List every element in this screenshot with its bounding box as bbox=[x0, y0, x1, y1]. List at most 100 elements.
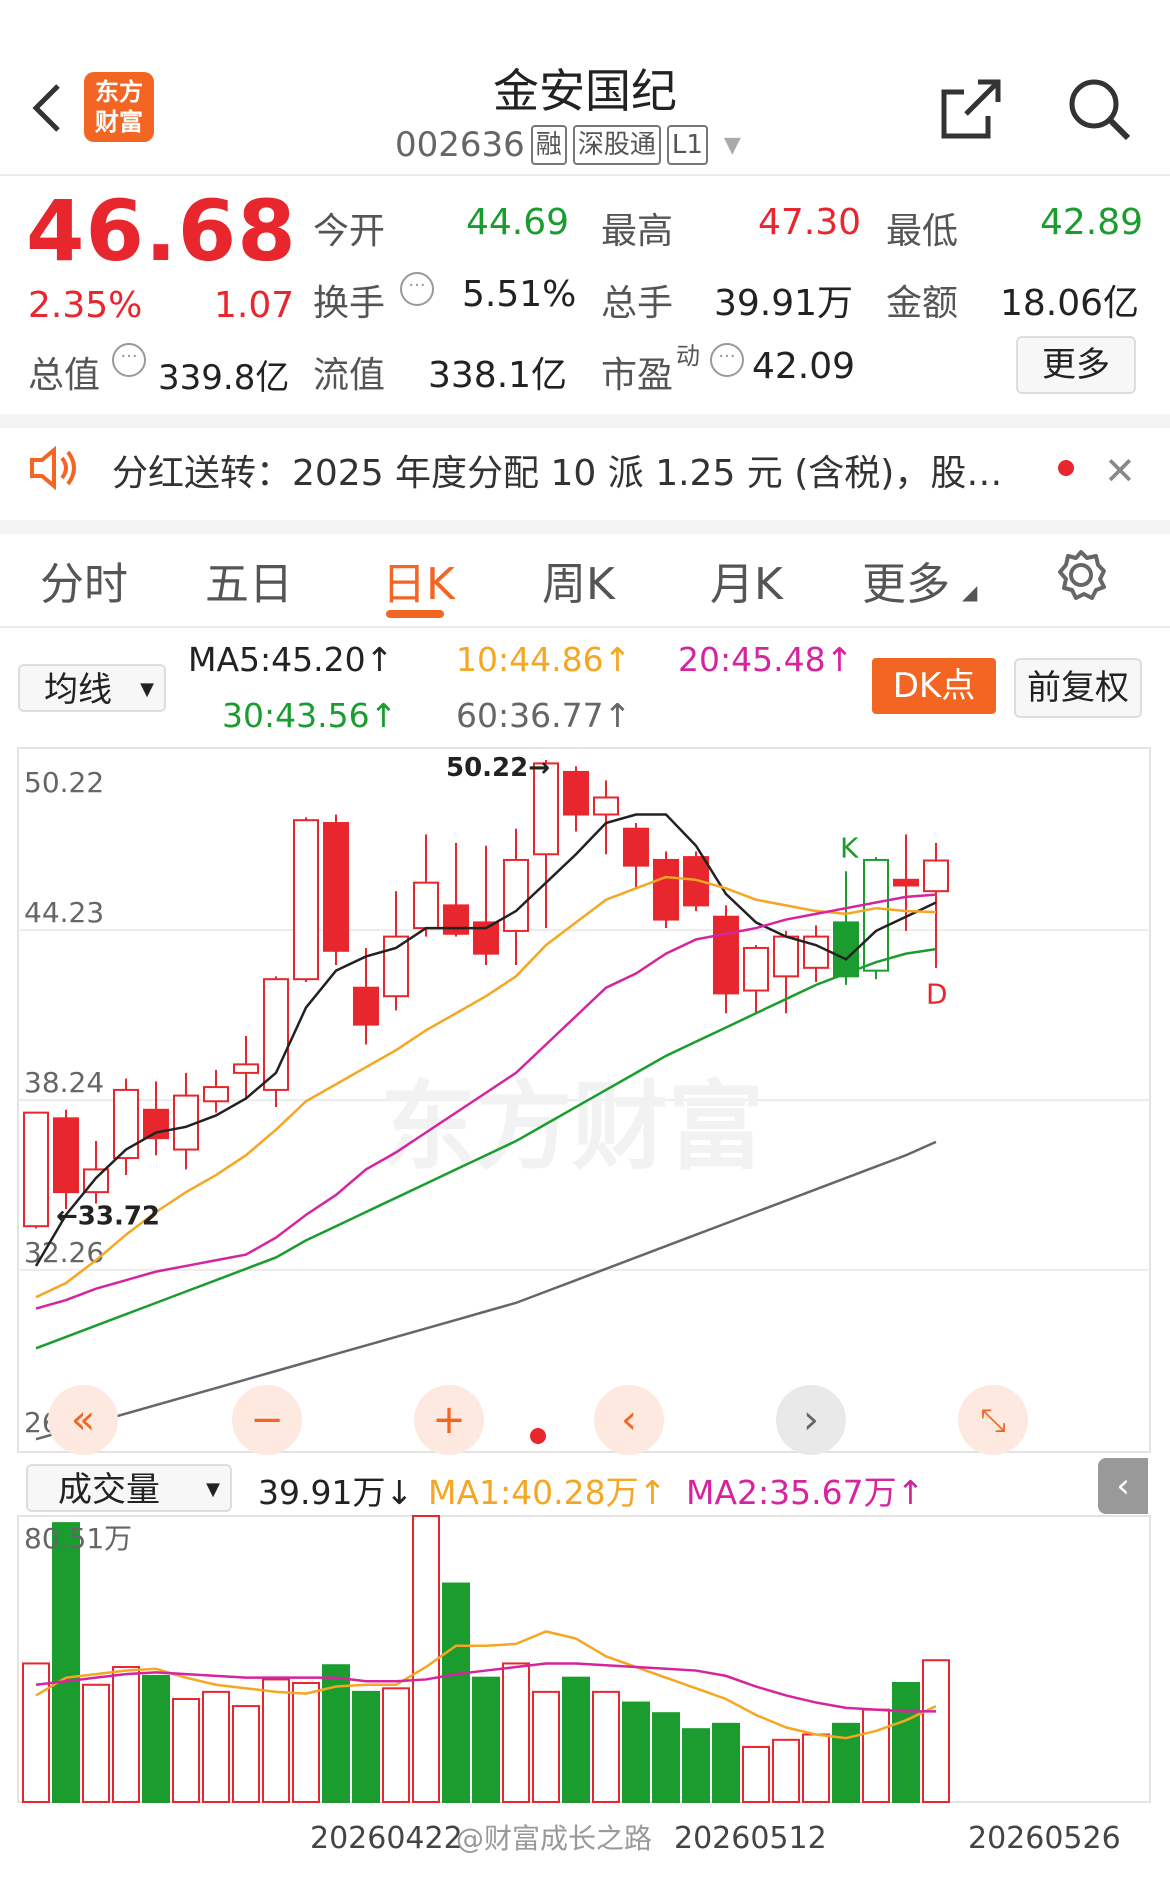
tab-weekly-k[interactable]: 周K bbox=[542, 548, 615, 612]
candle-body bbox=[443, 904, 469, 935]
change-pct: 2.35% bbox=[28, 285, 143, 326]
double-left-icon[interactable]: « bbox=[48, 1385, 118, 1455]
mcap-label: 总值 bbox=[28, 355, 101, 396]
k-marker: K bbox=[840, 832, 859, 865]
expand-icon[interactable]: ⤡ bbox=[958, 1385, 1028, 1455]
info-icon[interactable]: ··· bbox=[112, 343, 146, 377]
tag-connect: 深股通 bbox=[572, 125, 661, 165]
volume-bar bbox=[172, 1697, 200, 1803]
candle-body bbox=[773, 935, 799, 978]
volume-bar bbox=[202, 1690, 230, 1803]
volume-chart[interactable]: 80.51万 20260422 20260512 20260526 @财富成长之路 bbox=[0, 1512, 1170, 1882]
volume-bar bbox=[712, 1722, 740, 1803]
left-icon[interactable]: ‹ bbox=[594, 1385, 664, 1455]
change-value: 1.07 bbox=[214, 285, 295, 326]
tag-level: L1 bbox=[666, 125, 708, 165]
ma60-label: 60:36.77↑ bbox=[456, 696, 632, 735]
ma5-label: MA5:45.20↑ bbox=[188, 640, 394, 679]
collapse-left-icon[interactable]: ‹ bbox=[1098, 1458, 1148, 1514]
candle-body bbox=[383, 935, 409, 998]
d-marker: D bbox=[926, 977, 948, 1010]
volume-selector[interactable]: 成交量 ▼ bbox=[26, 1464, 232, 1512]
zoom-out-icon[interactable]: − bbox=[232, 1385, 302, 1455]
candle-body bbox=[503, 858, 529, 932]
candlestick-chart[interactable]: 50.2244.2338.2432.2626.27东方财富50.22→←33.7… bbox=[0, 740, 1170, 1460]
volume-bar bbox=[772, 1738, 800, 1804]
volume-max-label: 80.51万 bbox=[24, 1522, 132, 1555]
watermark: 东方财富 bbox=[380, 1071, 764, 1183]
volume-value: 39.91万 bbox=[714, 283, 854, 324]
x-axis-date: 20260422 bbox=[310, 1821, 463, 1856]
turnover-value: 5.51% bbox=[462, 274, 577, 315]
info-icon[interactable]: ··· bbox=[710, 343, 744, 377]
zoom-in-icon[interactable]: + bbox=[414, 1385, 484, 1455]
volume-bar bbox=[652, 1712, 680, 1804]
volume-bar bbox=[622, 1701, 650, 1803]
candle-body bbox=[203, 1086, 229, 1103]
candle-body bbox=[323, 822, 349, 952]
low-label: 最低 bbox=[886, 211, 959, 252]
tag-margin: 融 bbox=[530, 125, 567, 165]
more-quote-button[interactable]: 更多 bbox=[1016, 336, 1136, 394]
volume-bar bbox=[742, 1745, 770, 1804]
volume-bar bbox=[292, 1681, 320, 1804]
tab-monthly-k[interactable]: 月K bbox=[710, 548, 783, 612]
pe-value: 42.09 bbox=[752, 346, 856, 387]
volume-bar bbox=[862, 1708, 890, 1804]
float-label: 流值 bbox=[313, 355, 386, 396]
volume-bar bbox=[922, 1659, 950, 1803]
volume-bar bbox=[502, 1662, 530, 1803]
volume-bar bbox=[232, 1705, 260, 1804]
right-icon[interactable]: › bbox=[776, 1385, 846, 1455]
candle-body bbox=[713, 915, 739, 995]
candle-body bbox=[293, 819, 319, 981]
search-icon[interactable] bbox=[1066, 76, 1132, 142]
candle-body bbox=[623, 827, 649, 867]
ma20-label: 20:45.48↑ bbox=[678, 640, 854, 679]
candle-body bbox=[653, 858, 679, 921]
volume-value: 39.91万↓ bbox=[258, 1473, 414, 1512]
tab-intraday[interactable]: 分时 bbox=[40, 548, 128, 612]
volume-bar bbox=[262, 1678, 290, 1804]
adjust-button[interactable]: 前复权 bbox=[1014, 658, 1142, 718]
volume-bar bbox=[112, 1666, 140, 1803]
stock-code: 002636 bbox=[395, 125, 525, 165]
volume-bar bbox=[532, 1690, 560, 1803]
x-axis-date: 20260526 bbox=[968, 1821, 1121, 1856]
candle-body bbox=[353, 986, 379, 1026]
adjust-label: 前复权 bbox=[1027, 668, 1129, 708]
volume-bar bbox=[82, 1683, 110, 1803]
max-price-label: 50.22→ bbox=[446, 753, 550, 783]
pe-label: 市盈 bbox=[601, 355, 674, 396]
tab-more[interactable]: 更多 bbox=[862, 548, 950, 612]
settings-icon[interactable] bbox=[1054, 548, 1108, 602]
close-icon[interactable]: ✕ bbox=[1104, 449, 1136, 493]
dk-point-button[interactable]: DK点 bbox=[872, 658, 996, 714]
candle-body bbox=[23, 1111, 49, 1228]
amount-value: 18.06亿 bbox=[1000, 283, 1140, 324]
notice-text[interactable]: 分红送转：2025 年度分配 10 派 1.25 元 (含税)，股… bbox=[112, 444, 1002, 496]
pe-superscript: 动 bbox=[676, 342, 700, 370]
high-value: 47.30 bbox=[758, 202, 862, 243]
open-label: 今开 bbox=[313, 211, 386, 252]
volume-bar bbox=[352, 1690, 380, 1803]
tab-five-day[interactable]: 五日 bbox=[205, 548, 293, 612]
volume-bar bbox=[412, 1515, 440, 1803]
stock-code-row: 002636 融 深股通 L1 ▼ bbox=[395, 125, 741, 165]
candle-body bbox=[743, 946, 769, 992]
vol-ma1-label: MA1:40.28万↑ bbox=[428, 1473, 667, 1512]
dropdown-caret-icon[interactable]: ▼ bbox=[724, 133, 741, 158]
dropdown-caret-icon: ▼ bbox=[140, 679, 154, 700]
min-price-label: ←33.72 bbox=[56, 1201, 160, 1231]
info-icon[interactable]: ··· bbox=[400, 272, 434, 306]
volume-bar bbox=[562, 1676, 590, 1803]
share-icon[interactable] bbox=[938, 76, 1004, 142]
ma-selector[interactable]: 均线 ▼ bbox=[18, 664, 166, 712]
tab-daily-k[interactable]: 日K bbox=[382, 548, 455, 612]
page-indicator-dot bbox=[530, 1428, 546, 1444]
y-tick-label: 44.23 bbox=[24, 896, 104, 929]
candle-body bbox=[413, 881, 439, 930]
turnover-label: 换手 bbox=[313, 283, 386, 324]
candle-body bbox=[113, 1088, 139, 1160]
float-value: 338.1亿 bbox=[428, 355, 568, 396]
